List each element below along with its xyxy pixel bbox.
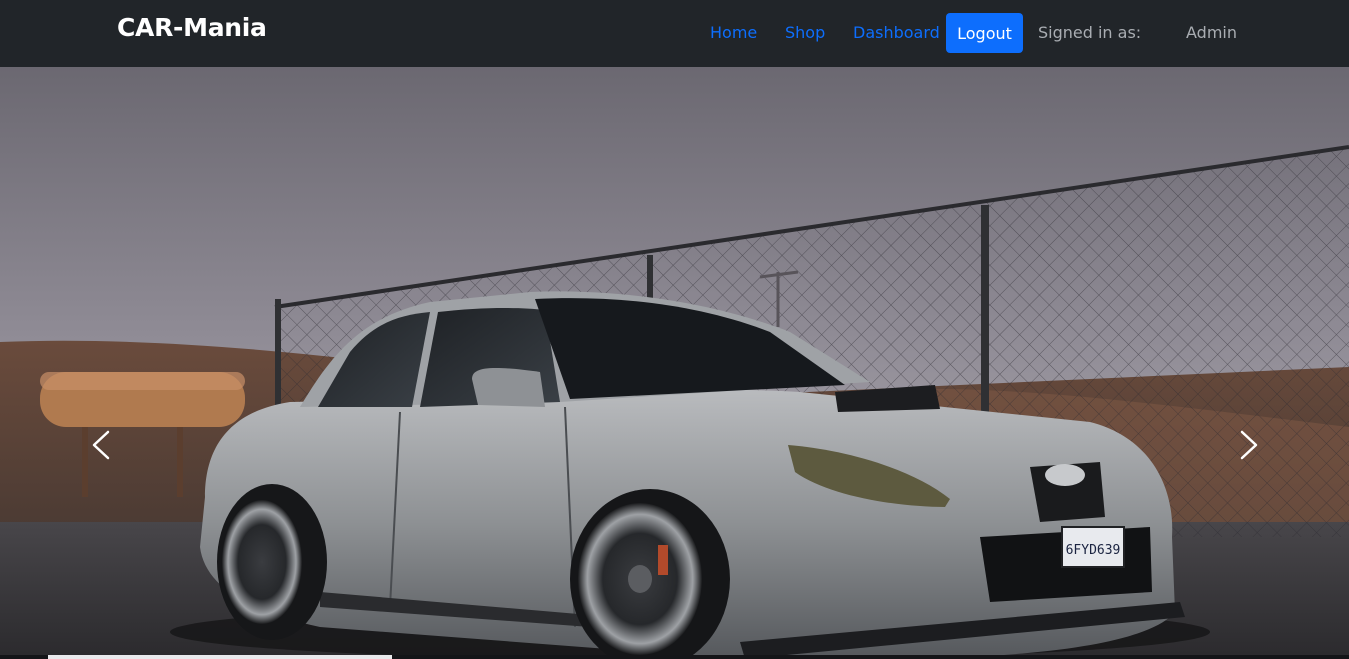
logout-button[interactable]: Logout (946, 13, 1023, 53)
username: Admin (1186, 23, 1237, 42)
carousel-indicator-active[interactable] (48, 655, 392, 659)
car-photo: 6FYD639 (0, 67, 1349, 659)
license-plate-text: 6FYD639 (1066, 543, 1121, 558)
chevron-right-icon[interactable] (1228, 420, 1268, 470)
nav-link-shop[interactable]: Shop (785, 23, 825, 42)
hero-carousel: 6FYD639 (0, 67, 1349, 659)
brand-logo[interactable]: CAR-Mania (117, 13, 267, 42)
navbar: CAR-Mania Home Shop Dashboard Logout Sig… (0, 0, 1349, 67)
nav-link-dashboard[interactable]: Dashboard (853, 23, 940, 42)
chevron-left-icon[interactable] (82, 420, 122, 470)
nav-link-home[interactable]: Home (710, 23, 757, 42)
signed-in-label: Signed in as: (1038, 23, 1142, 42)
